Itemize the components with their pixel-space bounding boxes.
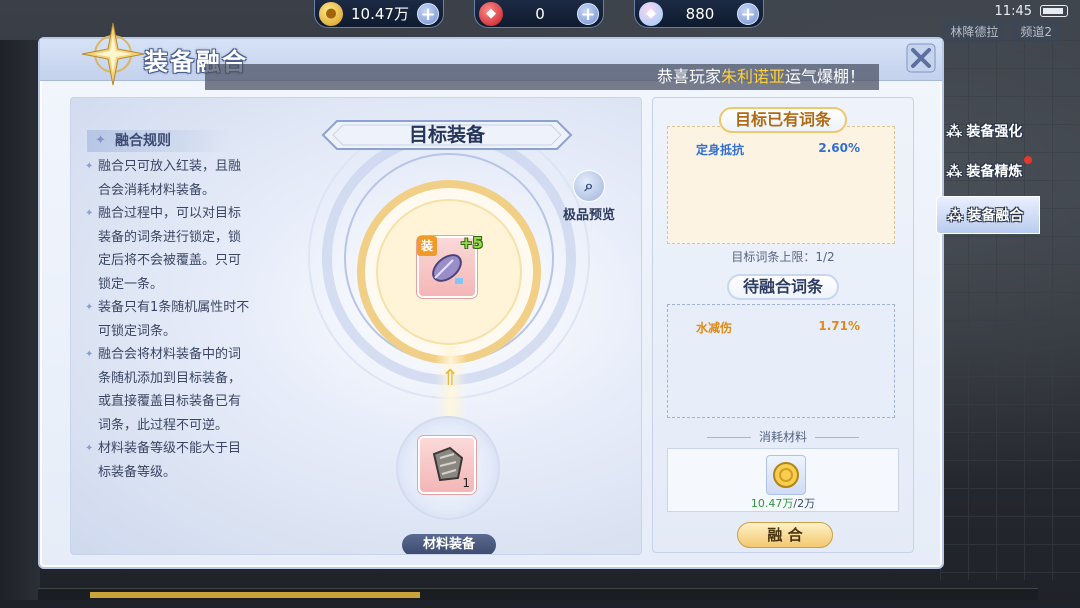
background-tabs: 林降德拉 频道2 — [942, 20, 1060, 43]
equipment-fusion-window: 装备融合 恭喜玩家朱利诺亚运气爆棚！ 融合规则 融合只可放入红装，且融合会消耗材… — [38, 22, 944, 569]
pending-attributes-title: 待融合词条 — [726, 274, 840, 300]
red-gem-icon: ◆ — [479, 1, 503, 26]
nav-equipment-refine[interactable]: ⁂ 装备精炼 — [936, 152, 1040, 190]
rule-item: 装备只有1条随机属性时不可锁定词条。 — [85, 296, 251, 343]
ticker-suffix: 运气爆棚！ — [784, 67, 865, 86]
channel-tab: 频道2 — [1012, 20, 1060, 43]
gold-value: 10.47万 — [351, 5, 409, 23]
attribute-value: 1.71% — [818, 319, 860, 333]
ticker-player-name: 朱利诺亚 — [720, 67, 785, 86]
gold-resource: ● 10.47万 + — [314, 0, 444, 28]
target-equipment-slot[interactable]: 装 +5 — [417, 234, 483, 298]
cubes-icon: ⁂ — [946, 161, 963, 181]
left-edge-background — [0, 40, 40, 600]
nav-equipment-enhance[interactable]: ⁂ 装备强化 — [936, 112, 1040, 150]
pending-attribute-row: 水减伤 1.71% — [668, 319, 894, 337]
consume-material-label: 消耗材料 — [653, 428, 913, 445]
close-icon[interactable] — [904, 41, 938, 75]
existing-attributes-title: 目标已有词条 — [718, 107, 848, 133]
clock: 11:45 — [994, 3, 1032, 19]
target-banner-label: 目标装备 — [408, 124, 485, 146]
red-gem-resource: ◆ 0 + — [474, 0, 604, 28]
material-equipment-slot[interactable]: 1 — [418, 436, 476, 494]
rule-item: 材料装备等级不能大于目标装备等级。 — [85, 437, 251, 484]
notification-dot — [1024, 156, 1032, 164]
cost-have: 10.47万 — [750, 497, 794, 510]
cost-need: /2万 — [793, 497, 816, 510]
red-gem-value: 0 — [535, 4, 545, 23]
diamond-value: 880 — [685, 4, 715, 23]
refine-level: +5 — [459, 234, 483, 252]
gold-coin-icon — [766, 455, 806, 495]
status-bar: 11:45 — [930, 0, 1080, 22]
existing-attribute-row: 定身抵抗 2.60% — [668, 141, 894, 159]
target-slot-circle: 装 +5 — [351, 174, 547, 370]
nav-equipment-fusion[interactable]: ⁂ 装备融合 — [936, 196, 1040, 234]
existing-attributes-box: 定身抵抗 2.60% — [667, 126, 895, 244]
nav-label: 装备精炼 — [966, 164, 1023, 180]
target-equipment-banner: 目标装备 — [319, 118, 575, 152]
experience-fill — [90, 592, 420, 598]
attribute-limit: 目标词条上限：1/2 — [731, 250, 835, 264]
magnifier-icon: ⌕ — [573, 170, 605, 202]
fuse-button[interactable]: 融 合 — [737, 522, 833, 548]
diamond-resource: ◆ 880 + — [634, 0, 764, 28]
nav-label: 装备融合 — [967, 208, 1024, 224]
rule-item: 融合会将材料装备中的词条随机添加到目标装备，或直接覆盖目标装备已有词条，此过程不… — [85, 343, 251, 437]
attribute-name: 水减伤 — [696, 321, 733, 335]
gold-coin-icon: ● — [319, 1, 343, 26]
ticker-prefix: 恭喜玩家 — [656, 67, 721, 86]
attribute-value: 2.60% — [818, 141, 860, 155]
pending-attributes-box: 水减伤 1.71% — [667, 304, 895, 418]
add-red-gem-button[interactable]: + — [577, 2, 599, 25]
attribute-name: 定身抵抗 — [696, 143, 745, 157]
material-equipment-label: 材料装备 — [402, 534, 496, 554]
cost-amount: 10.47万/2万 — [668, 495, 898, 511]
broadcast-ticker: 恭喜玩家朱利诺亚运气爆棚！ — [205, 64, 879, 90]
best-preview-label: 极品预览 — [562, 208, 615, 223]
add-diamond-button[interactable]: + — [737, 2, 759, 25]
rule-item: 融合只可放入红装，且融合会消耗材料装备。 — [85, 155, 251, 202]
compass-star-icon — [81, 22, 145, 86]
material-slot-circle: 1 — [396, 416, 500, 520]
rule-item: 融合过程中，可以对目标装备的词条进行锁定，锁定后将不会被覆盖。只可锁定一条。 — [85, 202, 251, 296]
diamond-icon: ◆ — [639, 1, 663, 26]
equipped-tag: 装 — [417, 236, 437, 256]
map-name: 林降德拉 — [942, 20, 1007, 43]
coin-graphic — [773, 462, 799, 488]
up-arrow-icon: ⇑ — [441, 366, 460, 391]
cubes-icon: ⁂ — [947, 205, 964, 225]
attribute-panel: 定身抵抗 2.60% 目标已有词条 目标词条上限：1/2 水减伤 1.71% 待… — [652, 97, 914, 553]
nav-label: 装备强化 — [966, 124, 1023, 140]
cost-box: 10.47万/2万 — [667, 448, 899, 512]
cubes-icon: ⁂ — [946, 121, 963, 141]
experience-bar — [38, 588, 1038, 600]
fusion-work-area: 融合规则 融合只可放入红装，且融合会消耗材料装备。 融合过程中，可以对目标装备的… — [70, 97, 642, 555]
rules-list: 融合只可放入红装，且融合会消耗材料装备。 融合过程中，可以对目标装备的词条进行锁… — [85, 155, 251, 484]
battery-icon — [1040, 5, 1068, 17]
rules-title: 融合规则 — [87, 130, 229, 152]
add-gold-button[interactable]: + — [417, 2, 439, 25]
best-preview-button[interactable]: ⌕ 极品预览 — [557, 170, 621, 223]
material-quantity: 1 — [462, 476, 470, 490]
